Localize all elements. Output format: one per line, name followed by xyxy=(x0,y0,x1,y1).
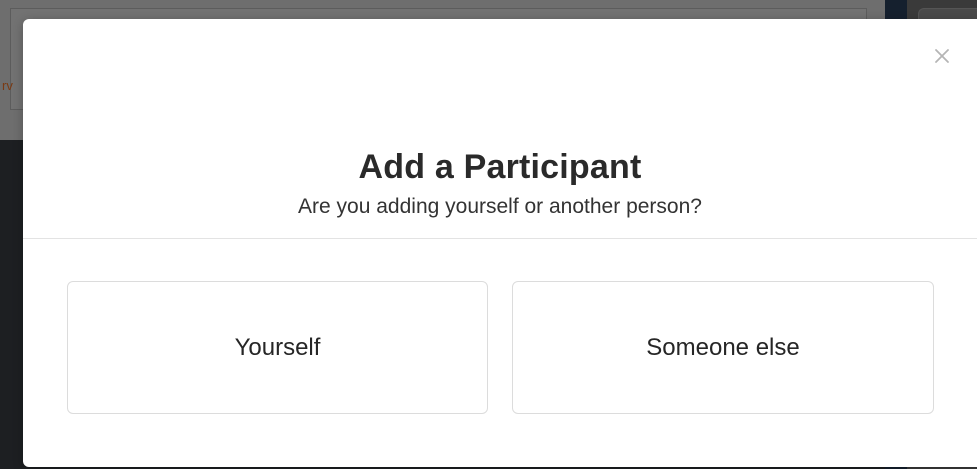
page: rv Add a Participant Are you adding your… xyxy=(0,0,977,469)
modal-title: Add a Participant xyxy=(358,148,642,186)
someone-else-option-button[interactable]: Someone else xyxy=(512,281,934,414)
someone-else-option-label: Someone else xyxy=(646,333,800,361)
yourself-option-button[interactable]: Yourself xyxy=(67,281,488,414)
modal-header: Add a Participant Are you adding yoursel… xyxy=(23,19,977,239)
yourself-option-label: Yourself xyxy=(234,333,321,361)
background-partial-text: rv xyxy=(2,78,13,93)
add-participant-modal: Add a Participant Are you adding yoursel… xyxy=(23,19,977,467)
modal-subtitle: Are you adding yourself or another perso… xyxy=(298,195,702,218)
